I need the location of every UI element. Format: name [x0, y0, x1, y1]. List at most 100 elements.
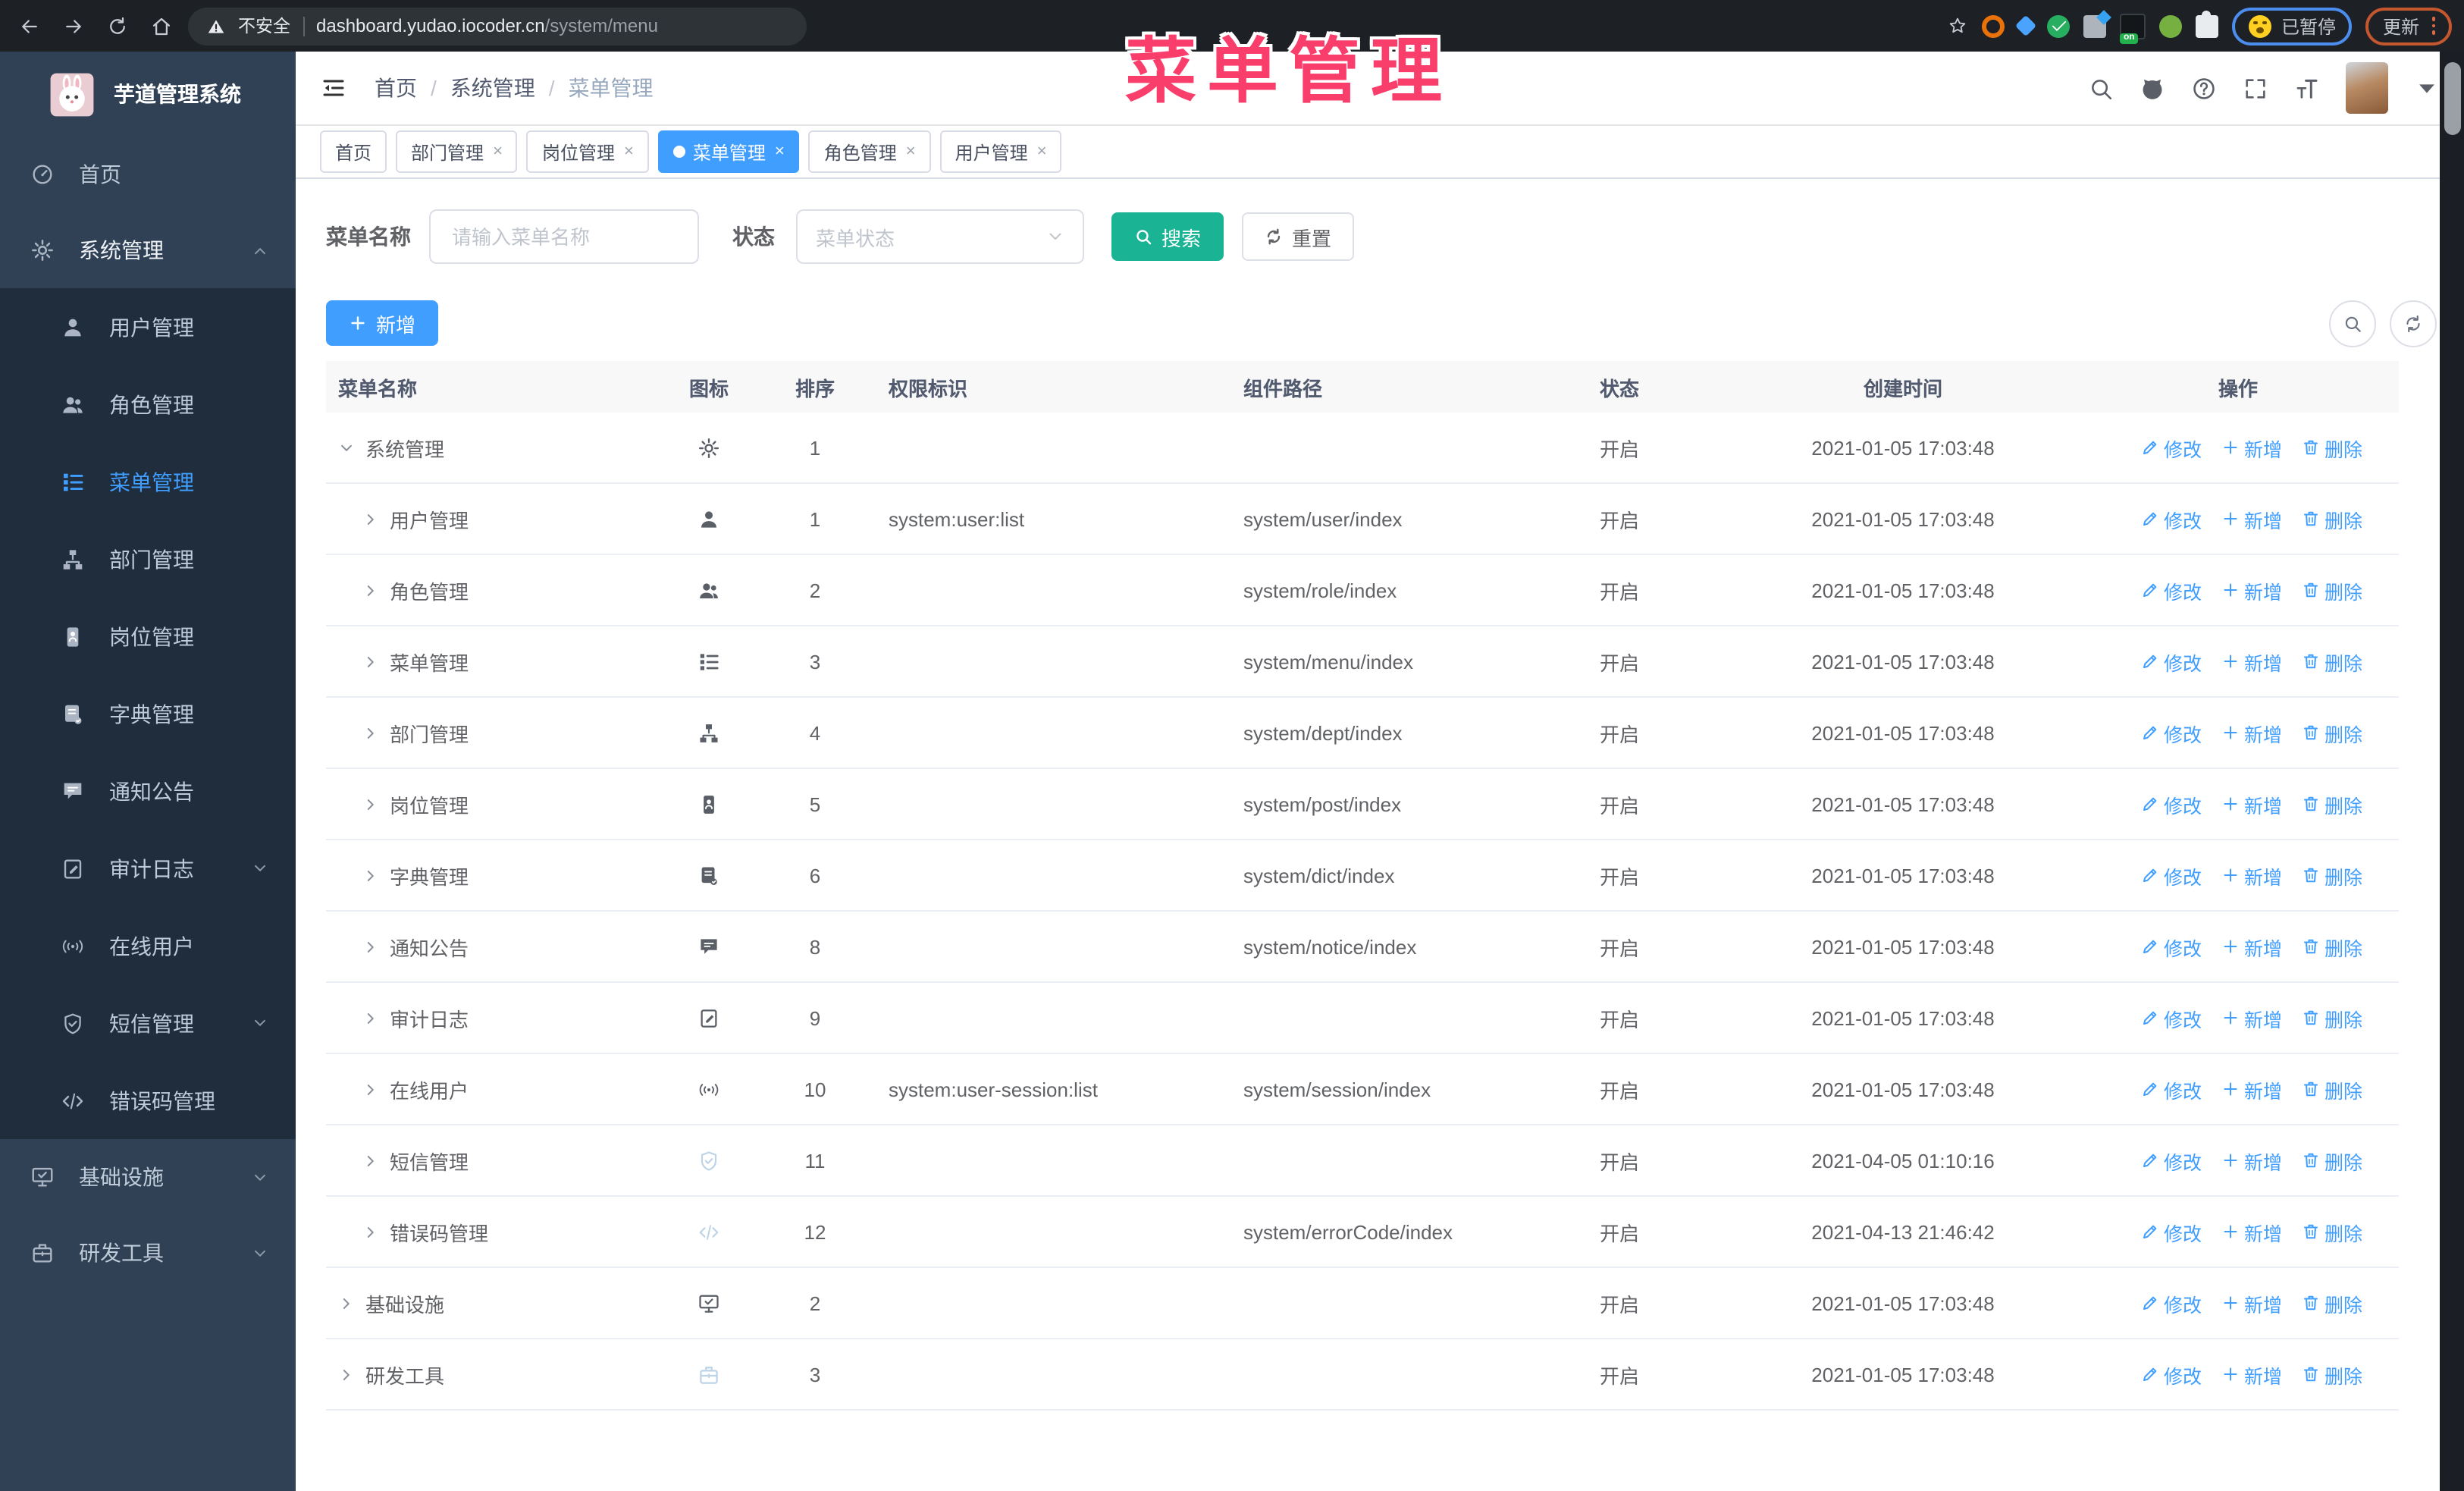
header-search-icon[interactable] — [2088, 75, 2114, 101]
browser-reload-icon[interactable] — [106, 14, 129, 37]
edit-action[interactable]: 修改 — [2141, 1075, 2202, 1103]
add-action[interactable]: 新增 — [2221, 718, 2282, 747]
app-logo[interactable]: 芋道管理系统 — [0, 52, 296, 137]
breadcrumb-item[interactable]: 菜单管理 — [569, 73, 654, 103]
tag-close-icon[interactable]: × — [906, 143, 916, 161]
edit-action[interactable]: 修改 — [2141, 718, 2202, 747]
extension-icon[interactable] — [2159, 14, 2183, 37]
add-action[interactable]: 新增 — [2221, 1289, 2282, 1317]
extension-icon[interactable] — [1982, 14, 2005, 37]
add-action[interactable]: 新增 — [2221, 1146, 2282, 1175]
delete-action[interactable]: 删除 — [2302, 1075, 2362, 1103]
user-menu-caret-icon[interactable] — [2414, 75, 2440, 101]
cell-menu-name[interactable]: 错误码管理 — [326, 1217, 652, 1246]
edit-action[interactable]: 修改 — [2141, 1360, 2202, 1389]
sidebar-item-role[interactable]: 角色管理 — [0, 366, 296, 443]
cell-menu-name[interactable]: 系统管理 — [326, 433, 652, 462]
toggle-search-button[interactable] — [2329, 300, 2376, 347]
tag-部门管理[interactable]: 部门管理 × — [396, 130, 518, 173]
browser-menu-icon[interactable] — [2431, 17, 2435, 35]
sidebar-item-errorcode[interactable]: 错误码管理 — [0, 1062, 296, 1139]
cell-menu-name[interactable]: 菜单管理 — [326, 647, 652, 676]
sidebar-item-dict[interactable]: 字典管理 — [0, 675, 296, 752]
tag-角色管理[interactable]: 角色管理 × — [808, 130, 931, 173]
tag-close-icon[interactable]: × — [493, 143, 503, 161]
tag-close-icon[interactable]: × — [775, 143, 785, 161]
menu-name-input[interactable] — [429, 209, 699, 264]
add-action[interactable]: 新增 — [2221, 433, 2282, 462]
tag-用户管理[interactable]: 用户管理 × — [939, 130, 1062, 173]
cell-menu-name[interactable]: 岗位管理 — [326, 789, 652, 818]
cell-menu-name[interactable]: 通知公告 — [326, 932, 652, 961]
font-size-icon[interactable] — [2294, 75, 2320, 101]
extensions-puzzle-icon[interactable] — [2196, 10, 2219, 37]
delete-action[interactable]: 删除 — [2302, 576, 2362, 604]
edit-action[interactable]: 修改 — [2141, 1003, 2202, 1032]
extension-icon[interactable]: on — [2120, 13, 2146, 43]
sidebar-item-post[interactable]: 岗位管理 — [0, 598, 296, 675]
scrollbar-thumb[interactable] — [2444, 62, 2460, 135]
sidebar-item-home[interactable]: 首页 — [0, 137, 296, 212]
browser-back-icon[interactable] — [18, 14, 41, 37]
user-avatar[interactable] — [2346, 62, 2388, 114]
add-action[interactable]: 新增 — [2221, 504, 2282, 533]
reset-button[interactable]: 重置 — [1242, 212, 1355, 261]
profile-paused-chip[interactable]: 已暂停 — [2232, 7, 2353, 45]
edit-action[interactable]: 修改 — [2141, 504, 2202, 533]
add-action[interactable]: 新增 — [2221, 1003, 2282, 1032]
cell-menu-name[interactable]: 短信管理 — [326, 1146, 652, 1175]
sidebar-item-online[interactable]: 在线用户 — [0, 907, 296, 984]
status-select[interactable]: 菜单状态 — [796, 209, 1084, 264]
sidebar-item-system[interactable]: 系统管理 — [0, 212, 296, 288]
delete-action[interactable]: 删除 — [2302, 718, 2362, 747]
page-scrollbar[interactable] — [2440, 52, 2464, 1491]
breadcrumb-item[interactable]: 首页 — [375, 73, 417, 103]
add-button[interactable]: 新增 — [326, 300, 439, 346]
tag-菜单管理[interactable]: 菜单管理 × — [657, 130, 800, 173]
cell-menu-name[interactable]: 研发工具 — [326, 1360, 652, 1389]
delete-action[interactable]: 删除 — [2302, 789, 2362, 818]
delete-action[interactable]: 删除 — [2302, 647, 2362, 676]
cell-menu-name[interactable]: 部门管理 — [326, 718, 652, 747]
delete-action[interactable]: 删除 — [2302, 1217, 2362, 1246]
edit-action[interactable]: 修改 — [2141, 1146, 2202, 1175]
edit-action[interactable]: 修改 — [2141, 1289, 2202, 1317]
sidebar-item-devtool[interactable]: 研发工具 — [0, 1215, 296, 1291]
sidebar-item-menu[interactable]: 菜单管理 — [0, 443, 296, 520]
add-action[interactable]: 新增 — [2221, 1217, 2282, 1246]
extension-icon[interactable] — [2015, 14, 2038, 37]
bookmark-star-icon[interactable] — [1948, 15, 1969, 36]
sidebar-item-dept[interactable]: 部门管理 — [0, 520, 296, 598]
sidebar-item-auditlog[interactable]: 审计日志 — [0, 830, 296, 907]
cell-menu-name[interactable]: 基础设施 — [326, 1289, 652, 1317]
delete-action[interactable]: 删除 — [2302, 1003, 2362, 1032]
delete-action[interactable]: 删除 — [2302, 1360, 2362, 1389]
sidebar-item-infra[interactable]: 基础设施 — [0, 1139, 296, 1215]
browser-home-icon[interactable] — [150, 14, 173, 37]
address-bar[interactable]: 不安全 dashboard.yudao.iocoder.cn/system/me… — [188, 7, 807, 45]
add-action[interactable]: 新增 — [2221, 647, 2282, 676]
edit-action[interactable]: 修改 — [2141, 789, 2202, 818]
add-action[interactable]: 新增 — [2221, 932, 2282, 961]
help-icon[interactable] — [2191, 75, 2217, 101]
cell-menu-name[interactable]: 角色管理 — [326, 576, 652, 604]
edit-action[interactable]: 修改 — [2141, 576, 2202, 604]
browser-forward-icon[interactable] — [62, 14, 85, 37]
tag-首页[interactable]: 首页 — [320, 130, 387, 173]
breadcrumb-item[interactable]: 系统管理 — [450, 73, 535, 103]
tag-岗位管理[interactable]: 岗位管理 × — [526, 130, 649, 173]
cell-menu-name[interactable]: 审计日志 — [326, 1003, 652, 1032]
github-icon[interactable] — [2140, 75, 2165, 101]
delete-action[interactable]: 删除 — [2302, 1289, 2362, 1317]
add-action[interactable]: 新增 — [2221, 789, 2282, 818]
extension-icon[interactable] — [2083, 14, 2107, 37]
edit-action[interactable]: 修改 — [2141, 647, 2202, 676]
fullscreen-icon[interactable] — [2243, 75, 2268, 101]
delete-action[interactable]: 删除 — [2302, 861, 2362, 890]
browser-update-button[interactable]: 更新 — [2365, 7, 2452, 45]
cell-menu-name[interactable]: 在线用户 — [326, 1075, 652, 1103]
cell-menu-name[interactable]: 用户管理 — [326, 504, 652, 533]
extension-icon[interactable] — [2047, 14, 2071, 37]
edit-action[interactable]: 修改 — [2141, 861, 2202, 890]
add-action[interactable]: 新增 — [2221, 1075, 2282, 1103]
